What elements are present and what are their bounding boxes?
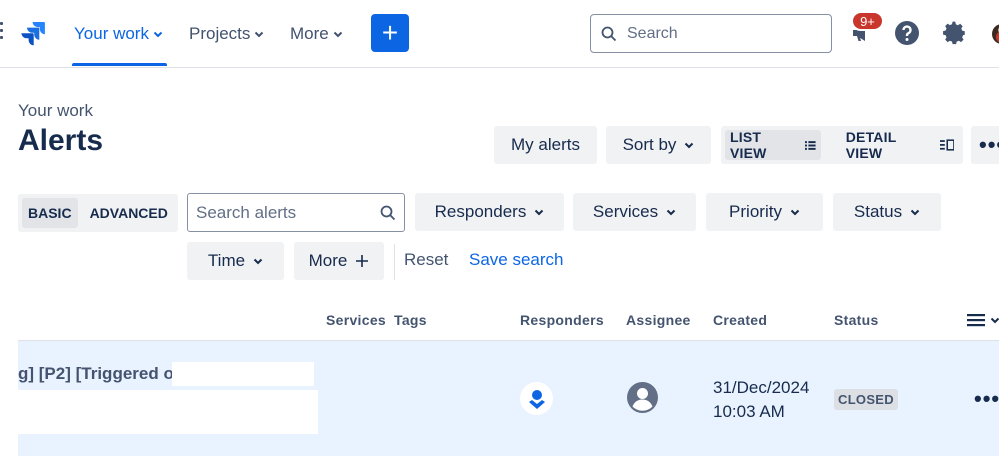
- redacted-text: [172, 362, 314, 386]
- status-filter[interactable]: Status: [833, 193, 941, 231]
- chevron-down-icon: [685, 142, 694, 149]
- created-timestamp: 31/Dec/2024 10:03 AM: [713, 376, 809, 424]
- row-actions-button[interactable]: •••: [974, 386, 999, 412]
- responders-filter[interactable]: Responders: [415, 193, 564, 231]
- menu-icon: [967, 314, 985, 327]
- notification-badge: 9+: [851, 11, 884, 31]
- sort-by-button[interactable]: Sort by: [606, 126, 711, 164]
- alert-search-input[interactable]: Search alerts: [187, 193, 405, 232]
- create-button[interactable]: +: [371, 14, 409, 52]
- redacted-text: [18, 390, 318, 434]
- column-header-services[interactable]: Services: [326, 312, 386, 328]
- jira-logo[interactable]: [20, 20, 46, 46]
- time-filter[interactable]: Time: [187, 242, 284, 280]
- breadcrumb[interactable]: Your work: [18, 101, 93, 121]
- responders-filter-label: Responders: [434, 202, 527, 221]
- column-header-responders[interactable]: Responders: [520, 312, 604, 328]
- nav-more[interactable]: More: [290, 22, 343, 46]
- team-icon: [528, 389, 545, 409]
- global-search-placeholder: Search: [627, 24, 678, 42]
- priority-filter-label: Priority: [729, 202, 782, 221]
- active-tab-indicator: [72, 63, 167, 66]
- services-filter[interactable]: Services: [573, 193, 696, 231]
- chevron-down-icon: [333, 31, 342, 38]
- detail-view-button[interactable]: DETAIL VIEW: [841, 129, 959, 161]
- time-filter-label: Time: [207, 251, 246, 270]
- my-alerts-label: My alerts: [511, 135, 580, 154]
- gear-icon: [943, 21, 965, 45]
- more-filters-label: More: [308, 251, 348, 270]
- chevron-down-icon: [910, 209, 920, 216]
- save-search-link[interactable]: Save search: [469, 250, 564, 270]
- divider: [394, 244, 395, 280]
- list-view-label: LIST VIEW: [730, 129, 767, 161]
- assignee-avatar-icon[interactable]: [626, 381, 659, 414]
- chevron-down-icon: [790, 209, 800, 216]
- column-header-tags[interactable]: Tags: [394, 312, 427, 328]
- chevron-down-icon: [666, 209, 676, 216]
- app-switcher-icon[interactable]: [0, 22, 6, 44]
- status-badge: CLOSED: [834, 389, 898, 410]
- more-filters-button[interactable]: More: [294, 242, 384, 280]
- view-toggle-group: LIST VIEW DETAIL VIEW: [721, 126, 963, 164]
- status-filter-label: Status: [853, 202, 903, 221]
- created-time: 10:03 AM: [713, 402, 785, 421]
- chevron-down-icon: [253, 258, 263, 265]
- services-filter-label: Services: [592, 202, 659, 221]
- global-search-input[interactable]: Search: [590, 14, 832, 53]
- search-mode-toggle: BASIC ADVANCED: [18, 194, 178, 232]
- user-avatar[interactable]: [990, 20, 999, 48]
- advanced-mode-button[interactable]: ADVANCED: [84, 198, 174, 228]
- sort-by-label: Sort by: [622, 135, 677, 154]
- created-date: 31/Dec/2024: [713, 378, 810, 397]
- top-navigation: Your work Projects More + Search 9+: [0, 0, 999, 68]
- chevron-down-icon: [990, 317, 999, 324]
- plus-icon: [356, 255, 369, 267]
- settings-button[interactable]: [940, 18, 970, 48]
- reset-link[interactable]: Reset: [404, 250, 448, 270]
- column-settings-button[interactable]: [966, 309, 999, 331]
- column-header-assignee[interactable]: Assignee: [626, 312, 691, 328]
- priority-filter[interactable]: Priority: [706, 193, 823, 231]
- help-icon: [895, 21, 919, 45]
- help-button[interactable]: [892, 18, 922, 48]
- alert-search-placeholder: Search alerts: [196, 202, 297, 222]
- column-header-status[interactable]: Status: [834, 312, 879, 328]
- chevron-down-icon: [255, 31, 264, 38]
- column-header-created[interactable]: Created: [713, 312, 767, 328]
- chevron-down-icon: [153, 31, 163, 38]
- nav-your-work[interactable]: Your work: [74, 22, 163, 46]
- my-alerts-button[interactable]: My alerts: [494, 126, 597, 164]
- nav-projects-label: Projects: [189, 24, 251, 43]
- alert-title[interactable]: g] [P2] [Triggered on: [18, 364, 184, 384]
- detail-view-icon: [939, 139, 954, 151]
- search-icon: [380, 205, 396, 220]
- search-icon: [601, 26, 617, 41]
- nav-projects[interactable]: Projects: [189, 22, 264, 46]
- avatar-icon: [992, 24, 999, 44]
- chevron-down-icon: [535, 209, 544, 216]
- list-icon: [805, 140, 816, 150]
- basic-mode-button[interactable]: BASIC: [22, 198, 78, 228]
- nav-your-work-label: Your work: [74, 24, 149, 43]
- more-actions-button[interactable]: •••: [971, 126, 999, 164]
- list-view-button[interactable]: LIST VIEW: [725, 129, 821, 161]
- responder-team-avatar[interactable]: [520, 382, 553, 415]
- nav-more-label: More: [290, 24, 329, 43]
- detail-view-label: DETAIL VIEW: [845, 129, 897, 161]
- page-title: Alerts: [18, 124, 104, 157]
